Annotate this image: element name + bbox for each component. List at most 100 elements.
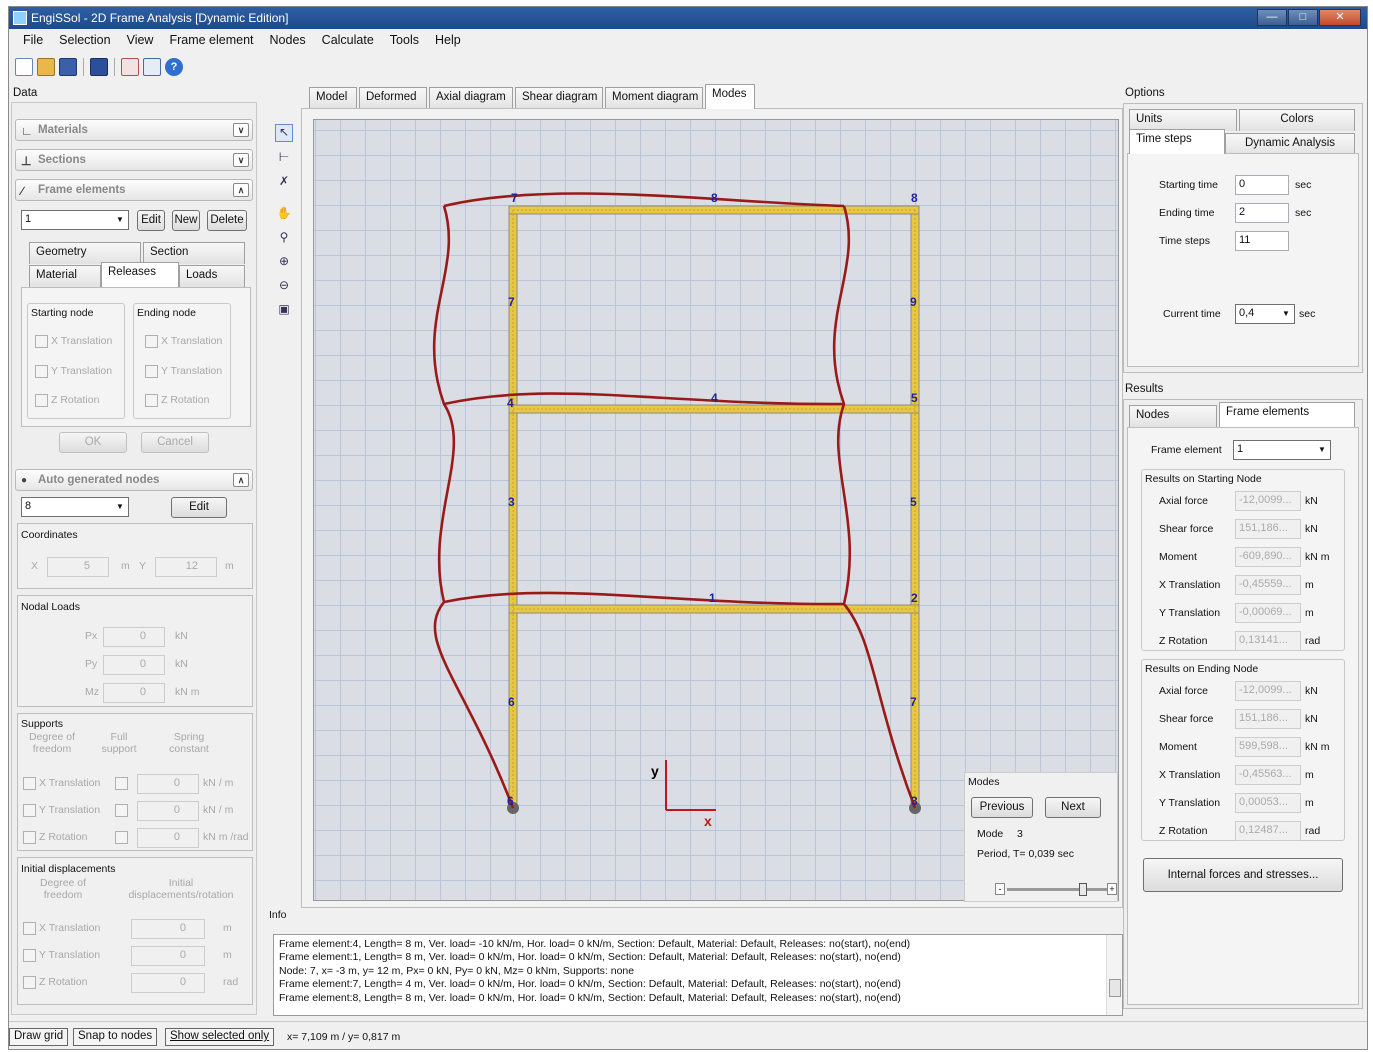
mz-field[interactable]: 0 [103,683,165,703]
start-y-translation-checkbox[interactable] [35,365,48,378]
tab-nodes[interactable]: Nodes [1129,405,1217,427]
tab-frame-elements[interactable]: Frame elements [1219,402,1355,427]
tab-loads[interactable]: Loads [179,265,245,287]
current-time-select[interactable]: 0,4 ▼ [1235,304,1295,324]
select-pointer-icon[interactable]: ↖ [275,124,293,142]
chart-icon[interactable] [121,58,139,76]
zoom-extents-icon[interactable]: ▣ [275,302,293,320]
starting-time-field[interactable]: 0 [1235,175,1289,195]
frame-elements-header[interactable]: ∕ Frame elements ∧ [15,179,253,201]
end-value-field[interactable]: -12,0099... [1235,681,1301,701]
tab-section[interactable]: Section [143,242,245,264]
menu-tools[interactable]: Tools [382,31,427,53]
node-select[interactable]: 8 ▼ [21,497,129,517]
help-icon[interactable]: ? [165,58,183,76]
full-support-y-checkbox[interactable] [115,804,128,817]
end-value-field[interactable]: 0,12487... [1235,821,1301,841]
delete-button[interactable]: Delete [207,210,247,231]
results-frame-element-select[interactable]: 1 ▼ [1233,440,1331,460]
menu-calculate[interactable]: Calculate [314,31,382,53]
init-x-field[interactable]: 0 [131,919,205,939]
tab-geometry[interactable]: Geometry [29,242,141,264]
tab-moment-diagram[interactable]: Moment diagram [605,87,703,109]
end-value-field[interactable]: 599,598... [1235,737,1301,757]
info-scrollbar[interactable] [1106,935,1122,1015]
start-value-field[interactable]: -12,0099... [1235,491,1301,511]
start-value-field[interactable]: -0,45559... [1235,575,1301,595]
menu-nodes[interactable]: Nodes [262,31,314,53]
init-z-checkbox[interactable] [23,976,36,989]
time-steps-field[interactable]: 11 [1235,231,1289,251]
amplitude-slider[interactable]: - + [995,883,1117,897]
next-mode-button[interactable]: Next [1045,797,1101,818]
edit-button[interactable]: Edit [137,210,165,231]
spring-z-field[interactable]: 0 [137,828,199,848]
tab-dynamic-analysis[interactable]: Dynamic Analysis [1225,133,1355,155]
menu-file[interactable]: File [15,31,51,53]
menu-view[interactable]: View [119,31,162,53]
end-value-field[interactable]: 151,186... [1235,709,1301,729]
y-coordinate-field[interactable]: 12 [155,557,217,577]
end-y-translation-checkbox[interactable] [145,365,158,378]
slider-thumb[interactable] [1079,883,1087,896]
support-z-checkbox[interactable] [23,831,36,844]
previous-mode-button[interactable]: Previous [971,797,1033,818]
draw-grid-toggle[interactable]: Draw grid [9,1028,69,1046]
start-z-rotation-checkbox[interactable] [35,394,48,407]
new-button[interactable]: New [172,210,200,231]
show-selected-only-toggle[interactable]: Show selected only [165,1028,275,1046]
end-value-field[interactable]: -0,45563... [1235,765,1301,785]
chevron-up-icon[interactable]: ∧ [233,473,249,487]
menu-selection[interactable]: Selection [51,31,118,53]
save-icon[interactable] [59,58,77,76]
close-button[interactable]: ✕ [1319,9,1361,26]
slider-decrease-button[interactable]: - [995,883,1005,895]
tab-units[interactable]: Units [1129,109,1237,131]
tab-model[interactable]: Model [309,87,357,109]
spring-y-field[interactable]: 0 [137,801,199,821]
menu-frame-element[interactable]: Frame element [161,31,261,53]
chevron-down-icon[interactable]: ∨ [233,153,249,167]
start-value-field[interactable]: 0,13141... [1235,631,1301,651]
end-x-translation-checkbox[interactable] [145,335,158,348]
delete-element-icon[interactable]: ✗ [275,174,293,192]
tab-colors[interactable]: Colors [1239,109,1355,131]
pan-icon[interactable]: ✋ [275,206,293,224]
init-y-field[interactable]: 0 [131,946,205,966]
py-field[interactable]: 0 [103,655,165,675]
maximize-button[interactable]: □ [1288,9,1318,26]
cancel-button[interactable]: Cancel [141,432,209,453]
chevron-up-icon[interactable]: ∧ [233,183,249,197]
open-icon[interactable] [37,58,55,76]
tab-time-steps[interactable]: Time steps [1129,129,1225,154]
start-value-field[interactable]: -609,890... [1235,547,1301,567]
end-value-field[interactable]: 0,00053... [1235,793,1301,813]
report-icon[interactable] [143,58,161,76]
start-value-field[interactable]: 151,186... [1235,519,1301,539]
tab-modes[interactable]: Modes [705,84,755,109]
sections-header[interactable]: ⊥ Sections ∨ [15,149,253,171]
start-x-translation-checkbox[interactable] [35,335,48,348]
node-edit-button[interactable]: Edit [171,497,227,518]
zoom-window-icon[interactable]: ⚲ [275,230,293,248]
tab-material[interactable]: Material [29,265,101,287]
slider-increase-button[interactable]: + [1107,883,1117,895]
internal-forces-button[interactable]: Internal forces and stresses... [1143,858,1343,892]
snap-to-nodes-toggle[interactable]: Snap to nodes [73,1028,158,1046]
full-support-z-checkbox[interactable] [115,831,128,844]
init-x-checkbox[interactable] [23,922,36,935]
x-coordinate-field[interactable]: 5 [47,557,109,577]
ok-button[interactable]: OK [59,432,127,453]
ending-time-field[interactable]: 2 [1235,203,1289,223]
draw-element-icon[interactable]: ⊢ [275,150,293,168]
tab-releases[interactable]: Releases [101,262,179,287]
end-z-rotation-checkbox[interactable] [145,394,158,407]
zoom-out-icon[interactable]: ⊖ [275,278,293,296]
menu-help[interactable]: Help [427,31,469,53]
init-y-checkbox[interactable] [23,949,36,962]
auto-nodes-header[interactable]: ● Auto generated nodes ∧ [15,469,253,491]
spring-x-field[interactable]: 0 [137,774,199,794]
materials-header[interactable]: ∟ Materials ∨ [15,119,253,141]
start-value-field[interactable]: -0,00069... [1235,603,1301,623]
print-icon[interactable] [90,58,108,76]
